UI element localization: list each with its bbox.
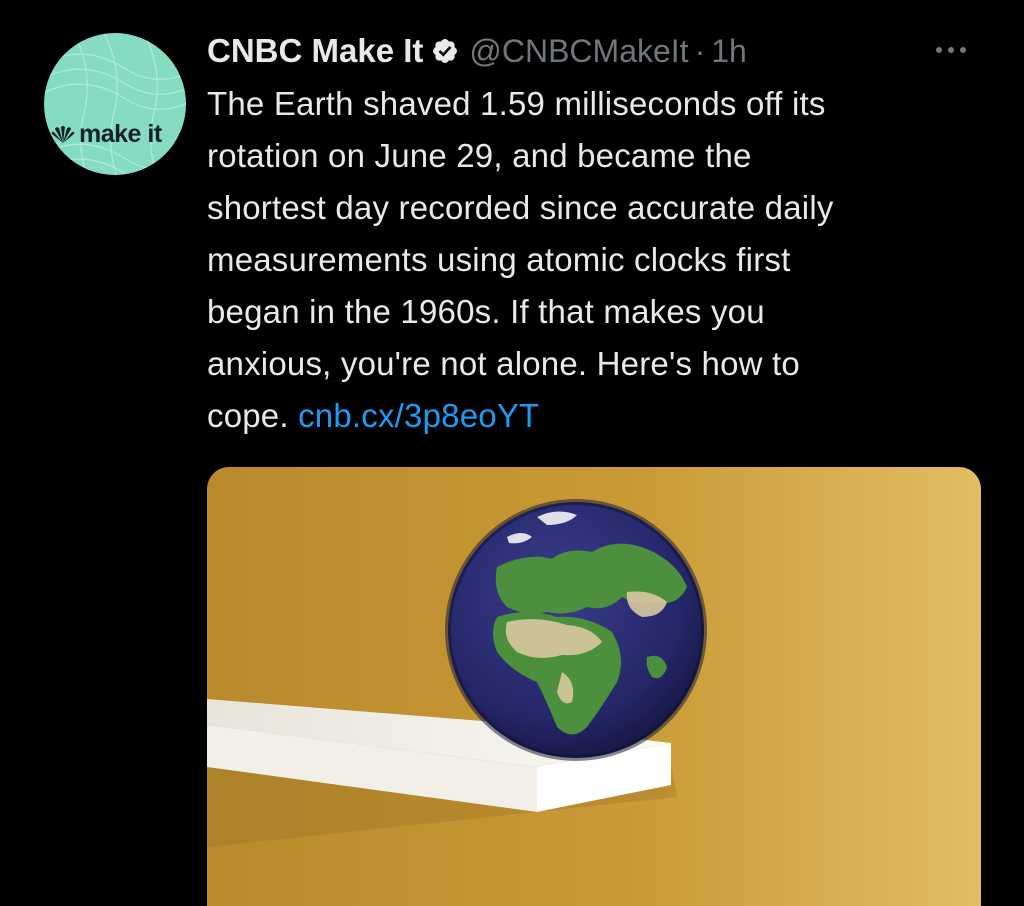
- tweet-text-last-line: cope. cnb.cx/3p8eoYT: [207, 390, 997, 442]
- handle[interactable]: @CNBCMakeIt: [469, 33, 688, 70]
- avatar[interactable]: make it: [44, 33, 186, 175]
- tweet-text-tail: cope.: [207, 397, 289, 434]
- avatar-logo-text: make it: [79, 120, 162, 148]
- tweet-text-line: measurements using atomic clocks first: [207, 241, 791, 278]
- verified-badge-icon: [433, 39, 458, 63]
- more-options-icon: [936, 47, 966, 53]
- tweet-text-line: rotation on June 29, and became the: [207, 137, 752, 174]
- earth-on-shelf-image: [207, 467, 981, 906]
- tweet-link[interactable]: cnb.cx/3p8eoYT: [298, 397, 539, 434]
- avatar-logo: make it: [50, 122, 162, 147]
- tweet-text-line: The Earth shaved 1.59 milliseconds off i…: [207, 85, 826, 122]
- display-name[interactable]: CNBC Make It: [207, 32, 423, 70]
- tweet-text-line: shortest day recorded since accurate dai…: [207, 189, 834, 226]
- tweet-text-line: anxious, you're not alone. Here's how to: [207, 345, 800, 382]
- tweet-text: The Earth shaved 1.59 milliseconds off i…: [207, 78, 997, 442]
- tweet: make it CNBC Make It @CNBCMakeIt · 1h Th…: [0, 0, 1024, 906]
- tweet-media-image[interactable]: [207, 467, 981, 906]
- header-separator: ·: [694, 32, 706, 69]
- timestamp[interactable]: 1h: [711, 33, 747, 70]
- tweet-header: CNBC Make It @CNBCMakeIt · 1h: [207, 26, 747, 76]
- tweet-text-line: began in the 1960s. If that makes you: [207, 293, 765, 330]
- nbc-peacock-icon: [51, 125, 75, 143]
- avatar-pattern: [44, 33, 186, 175]
- more-options-button[interactable]: [926, 30, 976, 70]
